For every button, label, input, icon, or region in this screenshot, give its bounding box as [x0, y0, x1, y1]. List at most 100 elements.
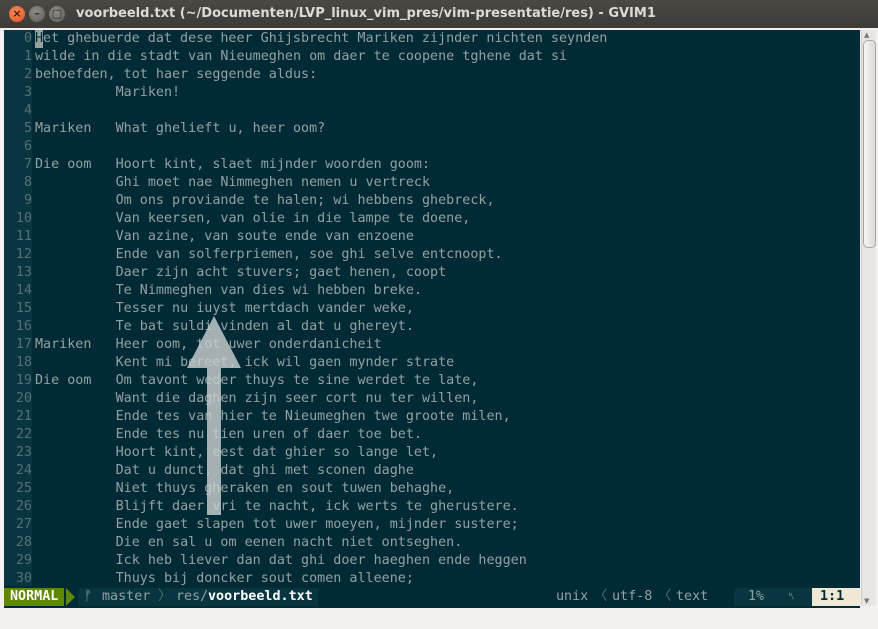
- line-text: Want die daghen zijn seer cort nu ter wi…: [35, 391, 479, 406]
- line-number: 11: [4, 228, 32, 246]
- line-number: 23: [4, 444, 32, 462]
- buffer-line[interactable]: 10 Van keersen, van olie in die lampe te…: [4, 210, 860, 228]
- line-text: Te bat suldi vinden al dat u ghereyt.: [35, 319, 414, 334]
- line-number: 2: [4, 66, 32, 84]
- line-text: Ick heb liever dan dat ghi doer haeghen …: [35, 553, 527, 568]
- line-text: Die oom Hoort kint, slaet mijnder woorde…: [35, 157, 431, 172]
- buffer-line[interactable]: 22 Ende tes nu tien uren of daer toe bet…: [4, 426, 860, 444]
- line-number: 19: [4, 372, 32, 390]
- line-number: 4: [4, 102, 32, 120]
- line-text: Daer zijn acht stuvers; gaet henen, coop…: [35, 265, 447, 280]
- line-number: 13: [4, 264, 32, 282]
- line-text: et ghebuerde dat dese heer Ghijsbrecht M…: [43, 31, 608, 46]
- buffer-line[interactable]: 21 Ende tes van hier te Nieumeghen twe g…: [4, 408, 860, 426]
- buffer-line[interactable]: 1 wilde in die stadt van Nieumeghen om da…: [4, 48, 860, 66]
- line-text: Ende tes nu tien uren of daer toe bet.: [35, 427, 422, 442]
- chevron-right-icon: 〉: [158, 589, 172, 604]
- buffer-line[interactable]: 9 Om ons proviande te halen; wi hebbens …: [4, 192, 860, 210]
- line-number: 18: [4, 354, 32, 372]
- buffer-line[interactable]: 23 Hoort kint, eest dat ghier so lange l…: [4, 444, 860, 462]
- buffer-line[interactable]: 28 Die en sal u om eenen nacht niet onts…: [4, 534, 860, 552]
- status-line: NORMAL ᚠ master 〉 res/ voorbeeld.txt uni…: [4, 586, 860, 608]
- buffer-line[interactable]: 2 behoefden, tot haer seggende aldus:: [4, 66, 860, 84]
- line-text: Kent mi bereet, ick wil gaen mynder stra…: [35, 355, 455, 370]
- close-button[interactable]: ×: [9, 6, 25, 22]
- buffer-line[interactable]: 17 Mariken Heer oom, tot uwer onderdanich…: [4, 336, 860, 354]
- buffer-line[interactable]: 11 Van azine, van soute ende van enzoene: [4, 228, 860, 246]
- line-text: wilde in die stadt van Nieumeghen om dae…: [35, 49, 568, 64]
- buffer-line[interactable]: 13 Daer zijn acht stuvers; gaet henen, c…: [4, 264, 860, 282]
- line-number: 7: [4, 156, 32, 174]
- line-number: 14: [4, 282, 32, 300]
- line-number: 24: [4, 462, 32, 480]
- line-number: 22: [4, 426, 32, 444]
- line-text: Ende tes van hier te Nieumeghen twe groo…: [35, 409, 511, 424]
- buffer-line[interactable]: 12 Ende van solferpriemen, soe ghi selve…: [4, 246, 860, 264]
- buffer-line[interactable]: 19 Die oom Om tavont weder thuys te sine …: [4, 372, 860, 390]
- buffer-line[interactable]: 0 Het ghebuerde dat dese heer Ghijsbrecht…: [4, 30, 860, 48]
- line-text: Ende gaet slapen tot uwer moeyen, mijnde…: [35, 517, 519, 532]
- buffer-line[interactable]: 15 Tesser nu iuyst mertdach vander weke,: [4, 300, 860, 318]
- line-number: 26: [4, 498, 32, 516]
- line-number: 9: [4, 192, 32, 210]
- file-path-dir: res/: [176, 589, 209, 604]
- scroll-down-icon[interactable]: ▼: [864, 597, 869, 605]
- line-number: 27: [4, 516, 32, 534]
- cursor-character: H: [35, 31, 44, 46]
- line-number: 1: [4, 48, 32, 66]
- buffer-line[interactable]: 16 Te bat suldi vinden al dat u ghereyt.: [4, 318, 860, 336]
- maximize-button[interactable]: □: [49, 6, 65, 22]
- buffer-line[interactable]: 25 Niet thuys gheraken en sout tuwen beh…: [4, 480, 860, 498]
- buffer-line[interactable]: 20 Want die daghen zijn seer cort nu ter…: [4, 390, 860, 408]
- file-name: voorbeeld.txt: [208, 589, 313, 604]
- line-number: 28: [4, 534, 32, 552]
- buffer-line[interactable]: 7 Die oom Hoort kint, slaet mijnder woord…: [4, 156, 860, 174]
- text-cursor: H: [35, 30, 43, 48]
- line-text: Van keersen, van olie in die lampe te do…: [35, 211, 471, 226]
- scrollbar-thumb[interactable]: [863, 40, 876, 248]
- line-number: 30: [4, 570, 32, 586]
- line-text: Ende van solferpriemen, soe ghi selve en…: [35, 247, 503, 262]
- mode-indicator: NORMAL: [4, 588, 65, 606]
- line-text: Thuys bij doncker sout comen alleene;: [35, 571, 414, 586]
- line-number: 0: [4, 30, 32, 48]
- buffer-line[interactable]: 8 Ghi moet nae Nimmeghen nemen u vertrec…: [4, 174, 860, 192]
- line-number: 29: [4, 552, 32, 570]
- title-bar[interactable]: × – □ voorbeeld.txt (~/Documenten/LVP_li…: [0, 0, 878, 28]
- line-text: Die en sal u om eenen nacht niet ontsegh…: [35, 535, 463, 550]
- line-number: 6: [4, 138, 32, 156]
- line-number: 12: [4, 246, 32, 264]
- line-text: Mariken Heer oom, tot uwer onderdanichei…: [35, 337, 382, 352]
- line-number-icon: ␤: [788, 592, 796, 602]
- buffer-line[interactable]: 29 Ick heb liever dan dat ghi doer haegh…: [4, 552, 860, 570]
- window-title: voorbeeld.txt (~/Documenten/LVP_linux_vi…: [76, 6, 656, 21]
- buffer-line[interactable]: 24 Dat u dunct, dat ghi met sconen daghe: [4, 462, 860, 480]
- line-text: Hoort kint, eest dat ghier so lange let,: [35, 445, 439, 460]
- buffer-line[interactable]: 18 Kent mi bereet, ick wil gaen mynder s…: [4, 354, 860, 372]
- git-branch-name: master: [102, 589, 151, 604]
- buffer-line[interactable]: 14 Te Nimmeghen van dies wi hebben breke…: [4, 282, 860, 300]
- line-number: 3: [4, 84, 32, 102]
- scroll-percent: 1%: [748, 589, 765, 604]
- line-text: Dat u dunct, dat ghi met sconen daghe: [35, 463, 414, 478]
- line-text: Tesser nu iuyst mertdach vander weke,: [35, 301, 414, 316]
- minimize-button[interactable]: –: [29, 6, 45, 22]
- gvim-window: × – □ voorbeeld.txt (~/Documenten/LVP_li…: [0, 0, 878, 629]
- line-text: Om ons proviande te halen; wi hebbens gh…: [35, 193, 495, 208]
- line-number: 20: [4, 390, 32, 408]
- text-editor-area[interactable]: 0 Het ghebuerde dat dese heer Ghijsbrecht…: [4, 30, 860, 586]
- file-format: unix: [556, 589, 589, 604]
- file-type: text: [676, 589, 709, 604]
- line-number: 17: [4, 336, 32, 354]
- buffer-line[interactable]: 4: [4, 102, 860, 120]
- buffer-line[interactable]: 5 Mariken What ghelieft u, heer oom?: [4, 120, 860, 138]
- buffer-line[interactable]: 27 Ende gaet slapen tot uwer moeyen, mij…: [4, 516, 860, 534]
- command-line-area[interactable]: [0, 608, 878, 629]
- scroll-up-icon[interactable]: ▲: [864, 31, 869, 39]
- buffer-line[interactable]: 26 Blijft daer vri te nacht, ick werts t…: [4, 498, 860, 516]
- buffer-line[interactable]: 6: [4, 138, 860, 156]
- line-number: 25: [4, 480, 32, 498]
- git-branch-icon: ᚠ: [84, 589, 93, 604]
- buffer-line[interactable]: 30 Thuys bij doncker sout comen alleene;: [4, 570, 860, 586]
- buffer-line[interactable]: 3 Mariken!: [4, 84, 860, 102]
